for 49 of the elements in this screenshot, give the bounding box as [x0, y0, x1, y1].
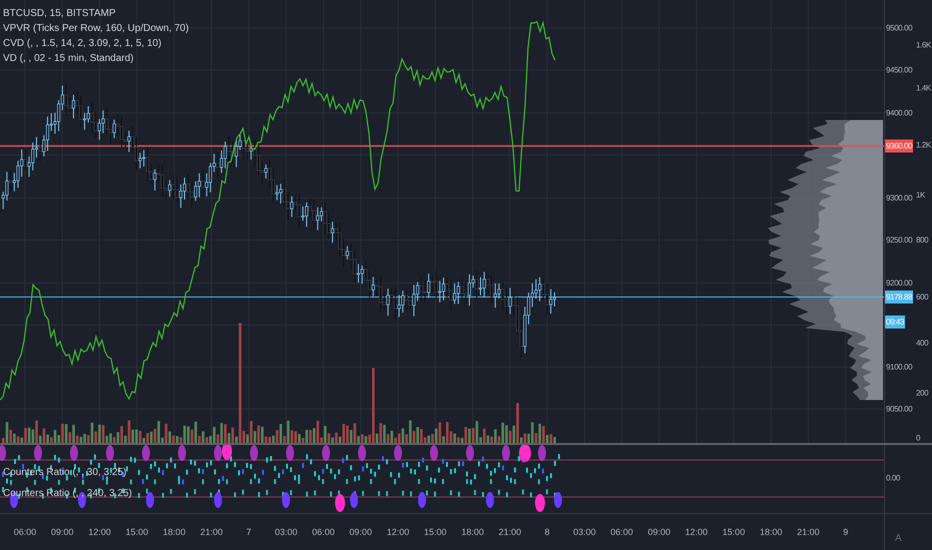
time-label: 12:00: [88, 527, 111, 537]
time-label: 9: [843, 527, 848, 537]
time-label: 15:00: [722, 527, 745, 537]
time-label: 06:00: [14, 527, 36, 537]
price-tag: 09:43: [885, 316, 906, 328]
indicator-legend: BTCUSD, 15, BITSTAMP: [3, 8, 189, 19]
time-label: 03:00: [274, 527, 298, 537]
price-label: 9050.00: [886, 404, 912, 414]
price-label: 9100.00: [886, 362, 912, 372]
auto-scale-button[interactable]: A: [893, 526, 904, 550]
indicator-legend: CVD (, , 1.5, 14, 2, 3.09, 2, 1, 5, 10): [3, 38, 189, 49]
volume-label: 1K: [916, 190, 925, 200]
price-label: 9200.00: [886, 278, 912, 288]
volume-label: 200: [916, 388, 928, 398]
time-label: 21:00: [498, 527, 522, 537]
price-label: 9500.00: [886, 24, 912, 32]
price-label: 9300.00: [886, 194, 912, 202]
volume-label: 1.4K: [916, 84, 931, 92]
time-label: 03:00: [573, 527, 596, 537]
time-label: 09:00: [349, 527, 372, 537]
volume-label: 1.6K: [916, 40, 931, 50]
time-label: 15:00: [126, 527, 148, 537]
price-label: 9250.00: [886, 236, 912, 244]
time-label: 12:00: [386, 527, 410, 537]
time-label: 06:00: [312, 527, 335, 537]
volume-label: 0: [916, 434, 920, 442]
volume-label: 1.2K: [916, 140, 931, 150]
time-label: 21:00: [797, 527, 820, 537]
time-label: 15:00: [424, 527, 447, 537]
price-label: 9400.00: [886, 108, 912, 118]
price-tag: 9360.00: [885, 140, 914, 152]
time-label: 12:00: [685, 527, 708, 537]
time-label: 06:00: [610, 527, 634, 537]
volume-label: 400: [916, 338, 928, 348]
time-label: 21:00: [200, 527, 223, 537]
time-label: 18:00: [461, 527, 484, 537]
volume-label: 800: [916, 236, 928, 244]
time-label: 09:00: [648, 527, 670, 537]
time-label: 09:00: [51, 527, 74, 537]
time-label: 18:00: [760, 527, 782, 537]
price-tag: 9178.88: [885, 290, 914, 304]
volume-label: 600: [916, 292, 928, 302]
value-label: 0.00: [886, 474, 900, 482]
indicator-legend: VPVR (Ticks Per Row, 160, Up/Down, 70): [3, 23, 189, 34]
time-label: 18:00: [162, 527, 186, 537]
time-label: 7: [246, 527, 252, 537]
indicator-legend: VD (, , 02 - 15 min, Standard): [3, 53, 189, 64]
time-label: 8: [544, 527, 550, 537]
price-label: 9450.00: [886, 66, 912, 74]
